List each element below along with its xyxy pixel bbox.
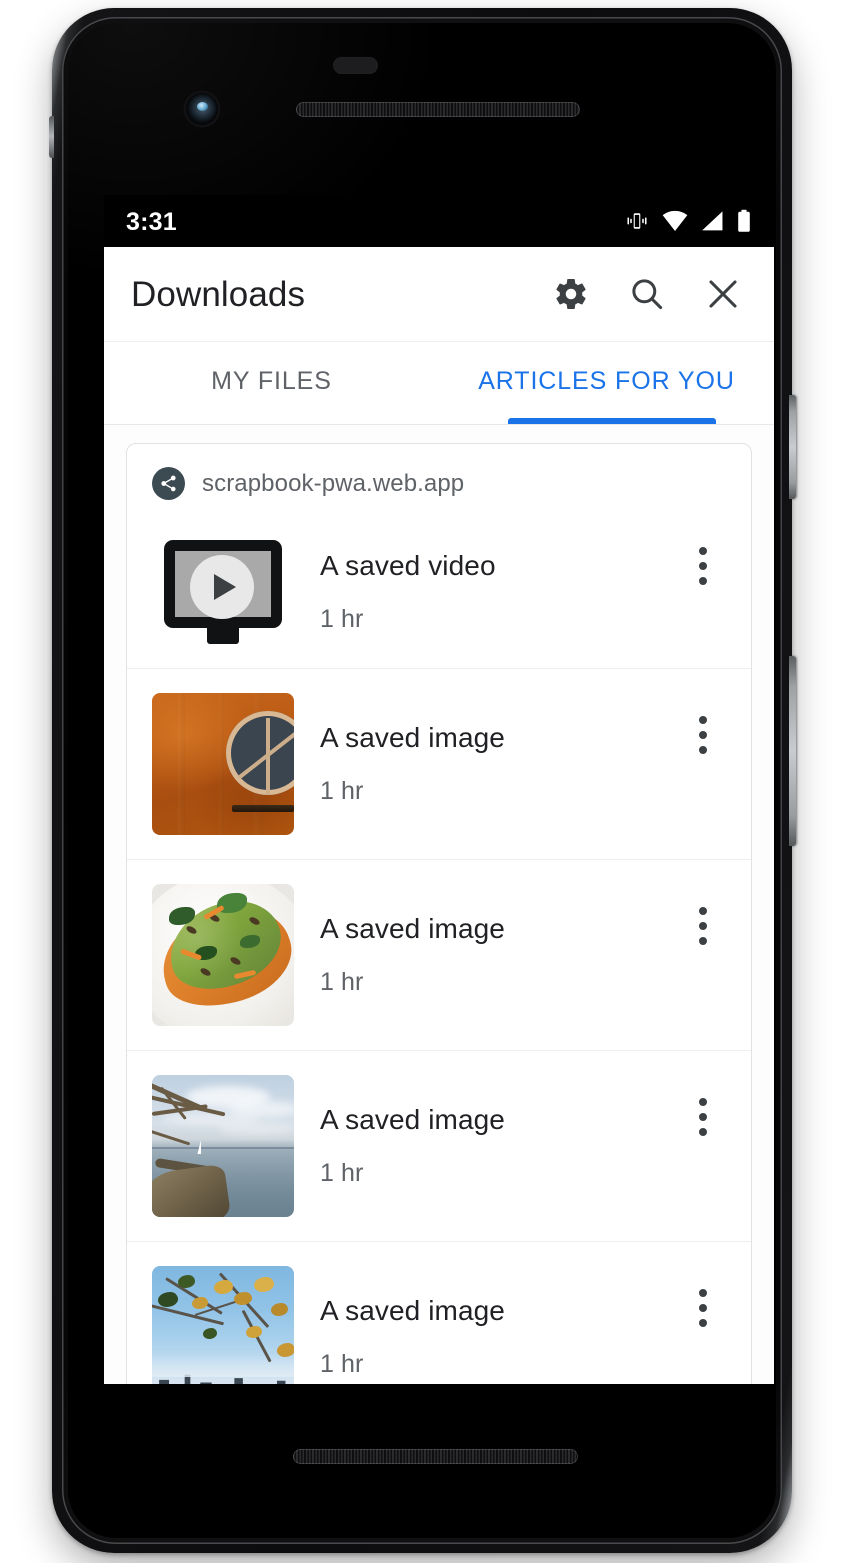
screenshot-stage: 3:31 Downloads MY FILES ARTICLES FOR YOU… <box>0 0 845 1563</box>
arched-window <box>226 711 294 795</box>
download-row-image-1[interactable]: A saved image 1 hr <box>127 668 751 859</box>
download-row-image-3[interactable]: A saved image 1 hr <box>127 1050 751 1241</box>
phone-screen: 3:31 Downloads MY FILES ARTICLES FOR YOU… <box>104 195 774 1384</box>
front-camera <box>186 93 218 125</box>
earpiece-speaker <box>296 102 580 117</box>
row-subtitle: 1 hr <box>320 777 364 805</box>
avocado-toast-photo <box>152 884 294 1026</box>
tab-my-files[interactable]: MY FILES <box>104 342 439 424</box>
share-glyph-icon <box>161 475 176 492</box>
battery-icon <box>738 209 750 232</box>
status-bar: 3:31 <box>104 195 774 247</box>
tab-articles-for-you[interactable]: ARTICLES FOR YOU <box>439 342 774 424</box>
close-icon <box>709 280 737 308</box>
more-vert-icon[interactable] <box>679 534 727 598</box>
more-vert-icon[interactable] <box>679 703 727 767</box>
row-subtitle: 1 hr <box>320 605 364 633</box>
row-text: A saved image 1 hr <box>294 1297 679 1377</box>
status-clock: 3:31 <box>126 207 177 236</box>
volume-button[interactable] <box>789 656 796 846</box>
play-icon <box>190 555 254 619</box>
card-header: scrapbook-pwa.web.app <box>127 444 751 516</box>
row-text: A saved image 1 hr <box>294 915 679 995</box>
phone-glass: 3:31 Downloads MY FILES ARTICLES FOR YOU… <box>68 23 776 1538</box>
window-ledge <box>232 805 294 812</box>
vibrate-icon <box>627 213 647 229</box>
status-icons <box>624 209 752 233</box>
card-domain-label: scrapbook-pwa.web.app <box>202 469 465 497</box>
image-thumbnail <box>152 1075 294 1217</box>
settings-button[interactable] <box>544 267 598 321</box>
share-icon <box>152 467 185 500</box>
phone-bezel: 3:31 Downloads MY FILES ARTICLES FOR YOU… <box>62 17 782 1544</box>
power-button[interactable] <box>789 395 796 499</box>
city-autumn-photo <box>152 1266 294 1384</box>
row-text: A saved video 1 hr <box>294 552 679 632</box>
row-subtitle: 1 hr <box>320 1350 364 1378</box>
tab-articles-for-you-label: ARTICLES FOR YOU <box>478 366 735 395</box>
cell-signal-icon <box>702 211 723 231</box>
close-button[interactable] <box>696 267 750 321</box>
gear-icon <box>556 279 586 309</box>
row-text: A saved image 1 hr <box>294 1106 679 1186</box>
wifi-icon <box>662 210 688 231</box>
download-row-image-4[interactable]: A saved image 1 hr <box>127 1241 751 1384</box>
more-vert-icon[interactable] <box>679 894 727 958</box>
tab-my-files-label: MY FILES <box>211 366 332 395</box>
orange-wall-photo <box>152 693 294 835</box>
video-thumbnail <box>152 521 294 663</box>
proximity-sensor <box>333 57 378 74</box>
image-thumbnail <box>152 1266 294 1384</box>
video-placeholder-icon <box>164 540 282 644</box>
articles-card: scrapbook-pwa.web.app A saved video 1 hr… <box>126 443 752 1384</box>
downloads-list: scrapbook-pwa.web.app A saved video 1 hr… <box>104 425 774 1384</box>
download-row-image-2[interactable]: A saved image 1 hr <box>127 859 751 1050</box>
row-text: A saved image 1 hr <box>294 724 679 804</box>
download-row-video[interactable]: A saved video 1 hr <box>127 516 751 668</box>
tab-bar: MY FILES ARTICLES FOR YOU <box>104 342 774 425</box>
more-vert-icon[interactable] <box>679 1276 727 1340</box>
more-vert-icon[interactable] <box>679 1085 727 1149</box>
app-bar: Downloads <box>104 247 774 342</box>
search-icon <box>632 279 663 310</box>
row-title: A saved image <box>320 913 505 944</box>
lake-shore-photo <box>152 1075 294 1217</box>
tab-active-indicator <box>508 418 716 424</box>
row-title: A saved video <box>320 550 496 581</box>
left-seam <box>49 116 54 158</box>
bottom-speaker <box>293 1449 578 1464</box>
row-title: A saved image <box>320 722 505 753</box>
row-title: A saved image <box>320 1104 505 1135</box>
row-subtitle: 1 hr <box>320 1159 364 1187</box>
phone-device: 3:31 Downloads MY FILES ARTICLES FOR YOU… <box>49 8 796 1553</box>
app-bar-actions <box>544 267 750 321</box>
image-thumbnail <box>152 884 294 1026</box>
image-thumbnail <box>152 693 294 835</box>
page-title: Downloads <box>131 274 306 314</box>
row-title: A saved image <box>320 1295 505 1326</box>
row-subtitle: 1 hr <box>320 968 364 996</box>
search-button[interactable] <box>620 267 674 321</box>
